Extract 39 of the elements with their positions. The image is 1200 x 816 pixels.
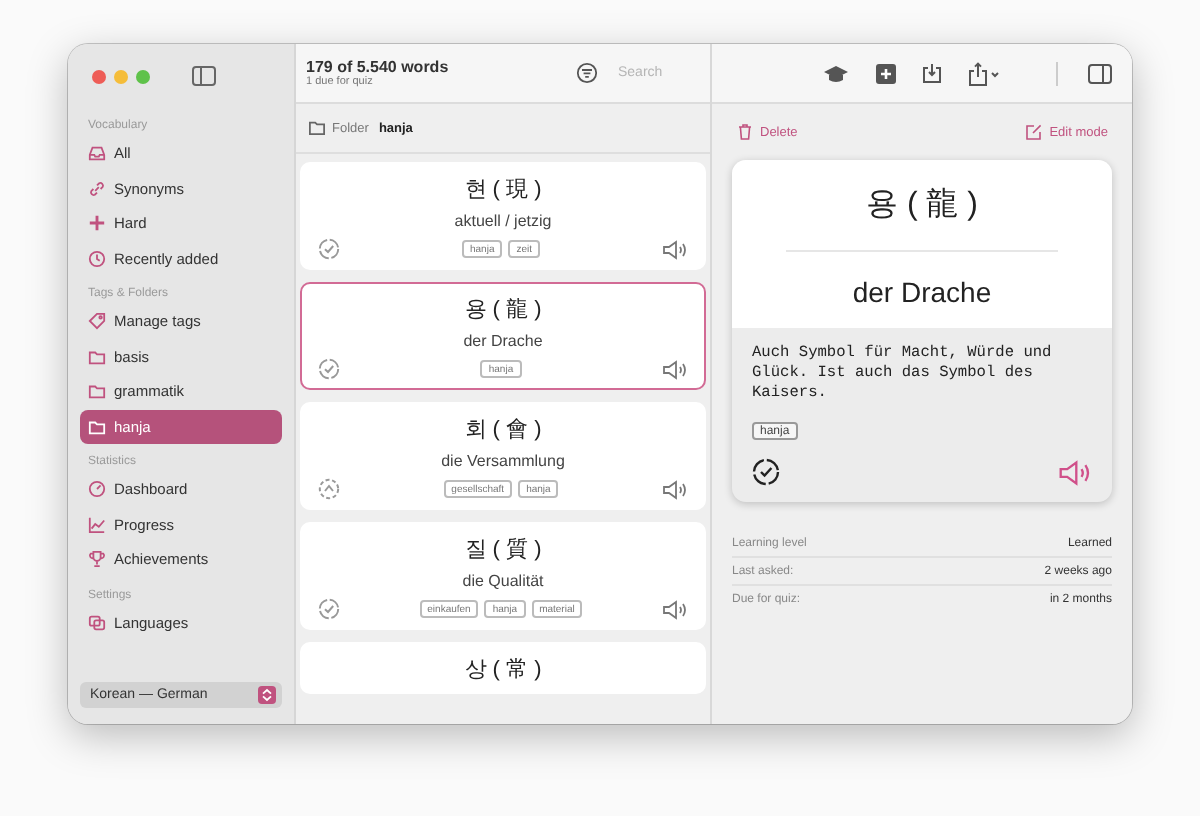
check-circle-icon[interactable] bbox=[752, 458, 780, 487]
word-translation: der Drache bbox=[463, 332, 543, 350]
word-heading: 회 ( 會 ) bbox=[464, 416, 542, 444]
speaker-icon[interactable] bbox=[662, 599, 688, 619]
tray-icon bbox=[88, 144, 106, 163]
word-translation: aktuell / jetzig bbox=[454, 212, 552, 230]
gauge-icon bbox=[88, 480, 106, 499]
word-translation: die Qualität bbox=[462, 572, 544, 590]
close-button[interactable] bbox=[92, 69, 106, 83]
speaker-icon[interactable] bbox=[1058, 459, 1092, 486]
word-card[interactable]: 상 ( 常 ) bbox=[300, 642, 706, 694]
word-count: 179 of 5.540 words bbox=[306, 58, 451, 76]
word-heading: 질 ( 質 ) bbox=[464, 536, 542, 564]
link-icon bbox=[88, 179, 106, 198]
word-heading: 용 ( 龍 ) bbox=[866, 185, 978, 226]
folder-icon bbox=[308, 120, 326, 136]
tag-icon bbox=[88, 312, 106, 331]
word-heading: 현 ( 現 ) bbox=[464, 176, 542, 204]
word-heading: 용 ( 龍 ) bbox=[464, 296, 542, 324]
tray-download-icon[interactable] bbox=[922, 62, 942, 84]
edit-icon bbox=[1025, 124, 1042, 140]
trash-icon bbox=[738, 124, 752, 140]
filter-icon[interactable] bbox=[576, 62, 598, 84]
graduation-cap-icon[interactable] bbox=[822, 63, 850, 83]
word-translation: die Versammlung bbox=[441, 452, 565, 470]
clock-icon bbox=[88, 249, 106, 268]
speaker-icon[interactable] bbox=[661, 239, 688, 259]
share-icon[interactable] bbox=[968, 61, 1002, 85]
add-square-icon[interactable] bbox=[876, 63, 896, 83]
word-heading: 상 ( 常 ) bbox=[464, 656, 542, 684]
word-translation: der Drache bbox=[852, 276, 992, 308]
plus-icon bbox=[88, 214, 106, 233]
inspector-toggle-icon[interactable] bbox=[1088, 63, 1112, 83]
speaker-icon[interactable] bbox=[661, 479, 688, 499]
chart-icon bbox=[88, 515, 106, 534]
sidebar-toggle-icon[interactable] bbox=[192, 66, 216, 86]
trophy-icon bbox=[88, 550, 106, 569]
stepper-icon bbox=[258, 686, 276, 704]
speaker-icon[interactable] bbox=[661, 359, 688, 379]
